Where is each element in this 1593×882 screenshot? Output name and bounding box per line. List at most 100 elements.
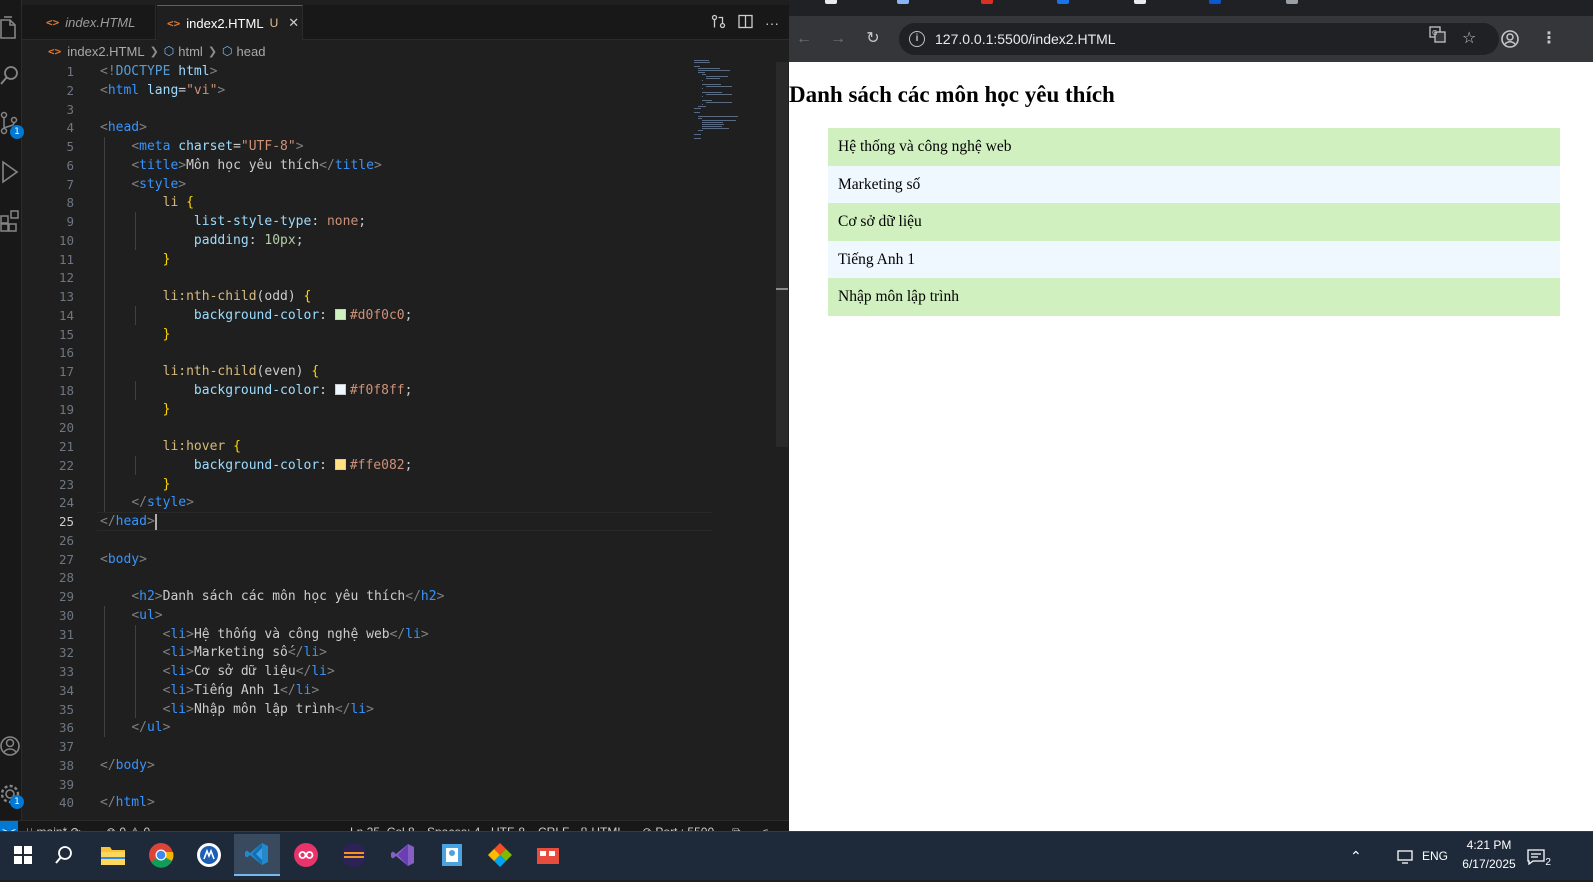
line-number: 2 — [66, 82, 74, 98]
line-number: 31 — [58, 626, 74, 642]
code-line[interactable]: 37 — [22, 737, 774, 756]
minimap-line — [702, 100, 712, 101]
more-actions-icon[interactable]: ··· — [765, 15, 779, 31]
code-editor[interactable]: 1 <!DOCTYPE html> 2 <html lang="vi"> 3 4 <head… — [22, 62, 774, 818]
browser-tab[interactable] — [981, 0, 999, 12]
search-icon[interactable] — [0, 62, 22, 90]
network-icon[interactable] — [1397, 832, 1415, 881]
breadcrumb-file[interactable]: index2.HTML — [67, 44, 144, 59]
site-info-icon[interactable]: i — [909, 31, 925, 47]
minimap-line — [694, 60, 709, 61]
code-line[interactable]: 12 — [22, 268, 774, 287]
input-language[interactable]: ENG — [1422, 832, 1448, 881]
code-line[interactable]: 6 <title>Môn học yêu thích</title> — [22, 156, 774, 175]
code-line[interactable]: 16 — [22, 343, 774, 362]
code-line[interactable]: 24 </style> — [22, 493, 774, 512]
code-line[interactable]: 3 — [22, 100, 774, 119]
code-line[interactable]: 5 <meta charset="UTF-8"> — [22, 137, 774, 156]
translate-icon[interactable]: G — [1429, 16, 1446, 62]
tab-index-html[interactable]: <> index.HTML — [36, 5, 156, 40]
start-windows-icon[interactable] — [0, 834, 46, 876]
tab-index2-html[interactable]: <> index2.HTML U ✕ — [157, 5, 303, 40]
bookmark-star-icon[interactable]: ☆ — [1462, 16, 1476, 62]
extensions-icon[interactable] — [0, 205, 22, 233]
list-item[interactable]: Cơ sở dữ liệu — [828, 203, 1560, 241]
code-line[interactable]: 38 </body> — [22, 756, 774, 775]
url-text[interactable]: 127.0.0.1:5500/index2.HTML — [935, 23, 1116, 55]
split-editor-icon[interactable] — [738, 14, 753, 32]
code-line[interactable]: 36 </ul> — [22, 718, 774, 737]
source-control-icon[interactable]: 1 — [0, 110, 24, 139]
eclipse-icon[interactable] — [331, 834, 377, 876]
app-icon-toolbox[interactable] — [525, 834, 571, 876]
chrome-icon[interactable] — [138, 834, 184, 876]
code-line[interactable]: 25 </head> — [22, 512, 774, 531]
code-line[interactable]: 20 — [22, 418, 774, 437]
line-number: 17 — [58, 364, 74, 379]
address-bar[interactable]: i 127.0.0.1:5500/index2.HTML G ☆ — [899, 23, 1499, 55]
app-icon-blue-circle[interactable] — [186, 834, 232, 876]
code-line[interactable]: 39 — [22, 775, 774, 794]
code-text: background-color: #f0f8ff; — [193, 382, 413, 398]
taskbar-search-icon[interactable] — [41, 834, 87, 876]
code-text: li { — [162, 195, 194, 211]
line-number: 27 — [58, 551, 74, 567]
code-line[interactable]: 28 — [22, 568, 774, 587]
profile-icon[interactable] — [1501, 16, 1519, 62]
list-item[interactable]: Hệ thống và công nghệ web — [828, 128, 1560, 166]
list-item[interactable]: Marketing số — [828, 165, 1560, 203]
notification-center-icon[interactable]: 2 — [1527, 832, 1554, 881]
code-line[interactable]: 15 } — [22, 325, 774, 344]
indent-guide — [135, 305, 137, 325]
forward-arrow-icon[interactable]: → — [823, 16, 853, 62]
code-line[interactable]: 19 } — [22, 400, 774, 419]
code-line[interactable]: 23 } — [22, 475, 774, 494]
editor-scroll-thumb[interactable] — [776, 62, 788, 447]
browser-menu-icon[interactable]: ⋮ — [1541, 16, 1557, 62]
code-line[interactable]: 30 <ul> — [22, 606, 774, 625]
file-explorer-icon[interactable] — [90, 834, 136, 876]
browser-tab[interactable] — [897, 0, 915, 12]
code-line[interactable]: 13 li:nth-child(odd) { — [22, 287, 774, 306]
code-line[interactable]: 17 li:nth-child(even) { — [22, 362, 774, 381]
code-line[interactable]: 4 <head> — [22, 118, 774, 137]
browser-tab[interactable] — [825, 0, 843, 12]
code-line[interactable]: 7 <style> — [22, 175, 774, 194]
system-clock[interactable]: 4:21 PM 6/17/2025 — [1449, 836, 1529, 874]
app-icon-contacts[interactable] — [429, 834, 475, 876]
code-line[interactable]: 40 </html> — [22, 793, 774, 812]
open-changes-icon[interactable] — [711, 14, 726, 32]
indent-guide — [135, 380, 137, 400]
close-tab-icon[interactable]: ✕ — [288, 15, 299, 31]
run-debug-icon[interactable] — [0, 158, 22, 186]
browser-tab[interactable] — [1209, 0, 1227, 12]
code-line[interactable]: 8 li { — [22, 193, 774, 212]
code-line[interactable]: 2 <html lang="vi"> — [22, 81, 774, 100]
page-viewport: Danh sách các môn học yêu thích Hệ thống… — [789, 62, 1593, 843]
code-line[interactable]: 11 } — [22, 250, 774, 269]
list-item[interactable]: Tiếng Anh 1 — [828, 240, 1560, 278]
list-item[interactable]: Nhập môn lập trình — [828, 278, 1560, 316]
breadcrumb-html[interactable]: html — [178, 44, 203, 59]
manage-gear-icon[interactable]: 1 — [0, 780, 24, 809]
code-line[interactable]: 29 <h2>Danh sách các môn học yêu thích</… — [22, 587, 774, 606]
reload-icon[interactable]: ↻ — [858, 16, 888, 62]
browser-tab[interactable] — [1057, 0, 1075, 12]
app-icon-colorful-diamond[interactable] — [477, 834, 523, 876]
breadcrumb-head[interactable]: head — [237, 44, 266, 59]
code-line[interactable]: 27 <body> — [22, 550, 774, 569]
code-line[interactable]: 1 <!DOCTYPE html> — [22, 62, 774, 81]
back-arrow-icon[interactable]: ← — [789, 16, 819, 62]
show-hidden-icons-chevron-icon[interactable]: ⌃ — [1350, 832, 1362, 881]
visual-studio-icon[interactable] — [380, 834, 426, 876]
browser-tab[interactable] — [1134, 0, 1152, 12]
accounts-icon[interactable] — [0, 732, 22, 760]
browser-tab[interactable] — [1286, 0, 1304, 12]
code-text: <li>Tiếng Anh 1</li> — [162, 682, 320, 698]
explorer-icon[interactable] — [0, 14, 22, 42]
app-icon-red-circle[interactable] — [283, 834, 329, 876]
minimap[interactable] — [694, 60, 750, 140]
code-line[interactable]: 26 — [22, 531, 774, 550]
code-line[interactable]: 21 li:hover { — [22, 437, 774, 456]
vscode-taskbar-icon[interactable] — [234, 834, 280, 876]
